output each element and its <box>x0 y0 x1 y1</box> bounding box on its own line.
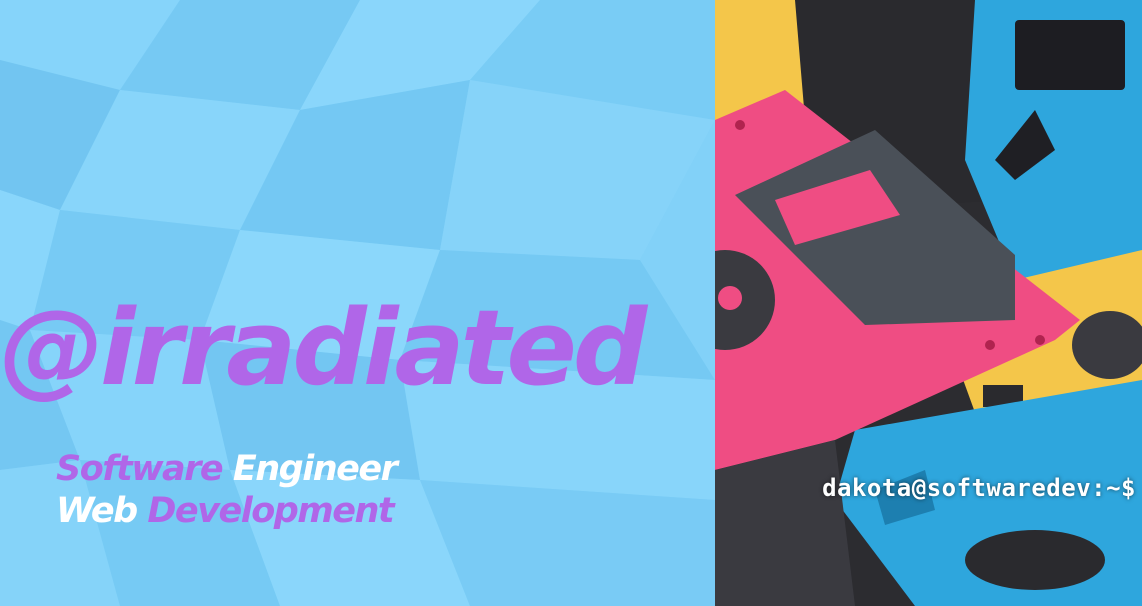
tagline-line-1: Software Engineer <box>56 448 398 490</box>
floppy-disk-illustration <box>715 0 1142 606</box>
tagline-software: Software <box>56 449 224 489</box>
tagline-line-2: Web Development <box>56 490 396 532</box>
floppy-disk-photo: dakota@softwaredev:~$ <box>715 0 1142 606</box>
terminal-prompt: dakota@softwaredev:~$ <box>822 474 1136 502</box>
tagline-engineer: Engineer <box>232 449 398 489</box>
left-panel: @irradiated Software Engineer Web Develo… <box>0 0 715 606</box>
tagline: Software Engineer Web Development <box>56 448 398 532</box>
handle-text: @irradiated <box>0 296 647 400</box>
tagline-web: Web <box>56 491 138 531</box>
tagline-development: Development <box>147 491 394 531</box>
handle-label: @irradiated <box>0 287 647 409</box>
